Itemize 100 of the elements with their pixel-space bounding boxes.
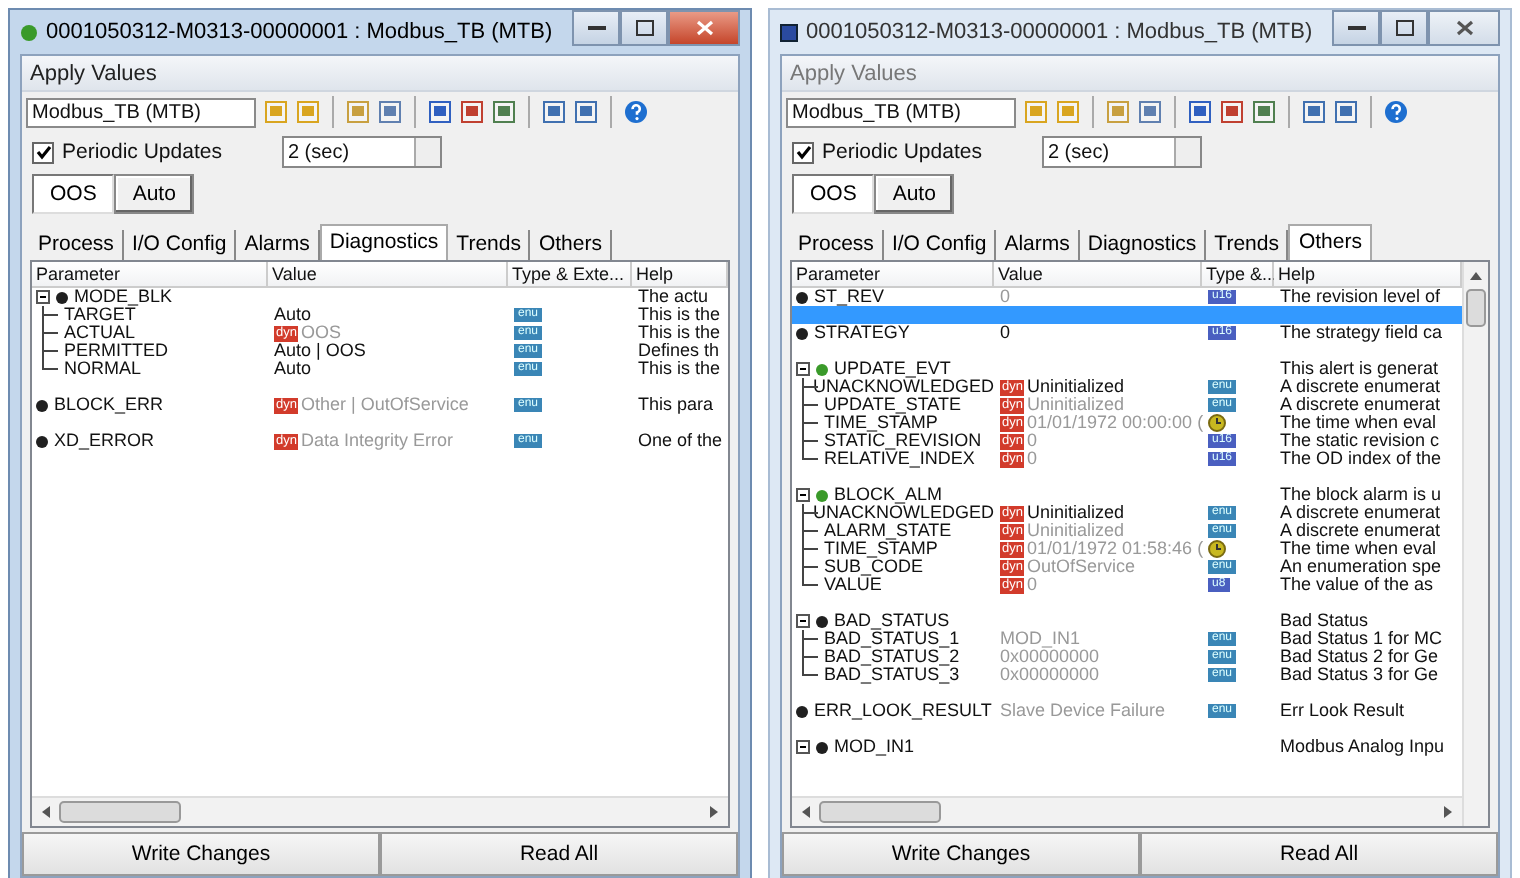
checkbox[interactable] (32, 141, 54, 163)
scroll-thumb[interactable] (59, 801, 181, 823)
tab[interactable]: Diagnostics (319, 224, 449, 260)
help-text: This is the (638, 360, 721, 378)
right-arrow-icon[interactable] (710, 806, 718, 818)
value-text: 0 (1000, 288, 1011, 306)
vertical-scrollbar[interactable] (1462, 262, 1488, 826)
parameter-name: TIME_STAMP (824, 414, 938, 432)
menu-item[interactable]: Apply Values (30, 61, 157, 85)
mode-button[interactable]: Auto (114, 174, 194, 214)
help-text: A discrete enumerat (1280, 378, 1441, 396)
parameter-name: BAD_STATUS_2 (824, 648, 960, 666)
help-text: Modbus Analog Inpu (1280, 738, 1445, 756)
column-header[interactable]: Type & Exte... (508, 262, 632, 288)
collapse-icon[interactable] (796, 362, 810, 376)
mode-button[interactable]: OOS (32, 174, 115, 214)
collapse-icon[interactable] (796, 614, 810, 628)
column-header[interactable]: Type &... (1202, 262, 1274, 288)
value-text: Auto | OOS (274, 342, 366, 360)
value-text: 0 (1000, 324, 1011, 342)
parameter-name: NORMAL (64, 360, 142, 378)
parameter-name: BAD_STATUS_3 (824, 666, 960, 684)
help-text: The block alarm is u (1280, 486, 1442, 504)
help-text: One of the (638, 432, 723, 450)
parameter-name: ERR_LOOK_RESULT (814, 702, 992, 720)
close-button[interactable] (668, 10, 740, 46)
parameter-name: VALUE (824, 576, 882, 594)
value-text: Auto (274, 306, 312, 324)
value-text: Auto (274, 360, 312, 378)
window-title: 0001050312-M0313-00000001 : Modbus_TB (MTB) (46, 20, 555, 44)
help-text: This para (638, 396, 714, 414)
interval-spinner[interactable]: 2 (sec) (281, 136, 442, 168)
checkbox-label: Periodic Updates (822, 140, 982, 164)
value-text: 01/01/1972 00:00:00 ( (1026, 414, 1204, 432)
action-button[interactable]: Read All (380, 832, 738, 876)
help-text: This alert is generat (1280, 360, 1439, 378)
collapse-icon[interactable] (796, 488, 810, 502)
column-header[interactable]: Parameter (32, 262, 268, 288)
help-text: This is the (638, 324, 721, 342)
help-text: Defines th (638, 342, 720, 360)
value-text: 0 (1026, 432, 1037, 450)
right-arrow-icon[interactable] (1444, 806, 1452, 818)
column-header[interactable]: Value (268, 262, 508, 288)
help-text: The strategy field ca (1280, 324, 1443, 342)
value-text: Uninitialized (1026, 378, 1125, 396)
value-text: 01/01/1972 01:58:46 ( (1026, 540, 1204, 558)
value-text: 0x00000000 (1000, 666, 1100, 684)
help-text: The time when eval (1280, 414, 1437, 432)
help-text: Bad Status 3 for Ge (1280, 666, 1439, 684)
value-text: Slave Device Failure (1000, 702, 1166, 720)
help-text: The static revision c (1280, 432, 1440, 450)
maximize-button[interactable] (620, 10, 668, 46)
parameter-name: BLOCK_ERR (54, 396, 164, 414)
value-text: Uninitialized (1026, 504, 1125, 522)
parameter-name: BLOCK_ALM (834, 486, 943, 504)
value-text: Data Integrity Error (300, 432, 454, 450)
parameter-name: MODE_BLK (74, 288, 173, 306)
collapse-icon[interactable] (36, 290, 50, 304)
app-icon (780, 23, 798, 41)
parameter-name: PERMITTED (64, 342, 169, 360)
help-text: An enumeration spe (1280, 558, 1442, 576)
column-header[interactable]: Parameter (792, 262, 994, 288)
help-text: The actu (638, 288, 709, 306)
action-button[interactable]: Write Changes (22, 832, 380, 876)
maximize-icon (1395, 20, 1413, 36)
column-header[interactable]: Help (632, 262, 728, 288)
maximize-icon (635, 20, 653, 36)
column-header[interactable]: Value (994, 262, 1202, 288)
help-text: This is the (638, 306, 721, 324)
parameter-name: UNACKNOWLEDGED (812, 504, 994, 522)
parameter-name: BAD_STATUS (834, 612, 950, 630)
value-text: Uninitialized (1026, 522, 1125, 540)
help-text: Bad Status 1 for MC (1280, 630, 1443, 648)
clock-icon (1208, 540, 1226, 558)
help-text: A discrete enumerat (1280, 396, 1441, 414)
menu-item[interactable]: Apply Values (790, 61, 917, 85)
horizontal-scrollbar[interactable] (32, 796, 728, 826)
help-text: A discrete enumerat (1280, 504, 1441, 522)
device-field[interactable]: Modbus_TB (MTB) (26, 97, 256, 127)
value-text: MOD_IN1 (1000, 630, 1081, 648)
close-icon (1455, 20, 1473, 36)
value-text: OOS (300, 324, 341, 342)
parameter-name: UPDATE_EVT (834, 360, 951, 378)
collapse-icon[interactable] (796, 740, 810, 754)
help-text: The time when eval (1280, 540, 1437, 558)
parameter-name: TIME_STAMP (824, 540, 938, 558)
column-header[interactable]: Help (1274, 262, 1462, 288)
parameter-name: STRATEGY (814, 324, 910, 342)
parameter-name: ALARM_STATE (824, 522, 952, 540)
horizontal-scrollbar[interactable] (792, 796, 1462, 826)
minimize-button[interactable] (572, 10, 620, 46)
parameter-name: UPDATE_STATE (824, 396, 962, 414)
parameter-name: SUB_CODE (824, 558, 924, 576)
window-title: 0001050312-M0313-00000001 : Modbus_TB (MTB) (806, 20, 1315, 44)
help-icon[interactable] (624, 100, 648, 124)
parameter-name: ACTUAL (64, 324, 136, 342)
parameter-name: TARGET (64, 306, 136, 324)
parameter-name: UNACKNOWLEDGED (812, 378, 994, 396)
scroll-thumb[interactable] (819, 801, 941, 823)
value-text: 0 (1026, 450, 1037, 468)
